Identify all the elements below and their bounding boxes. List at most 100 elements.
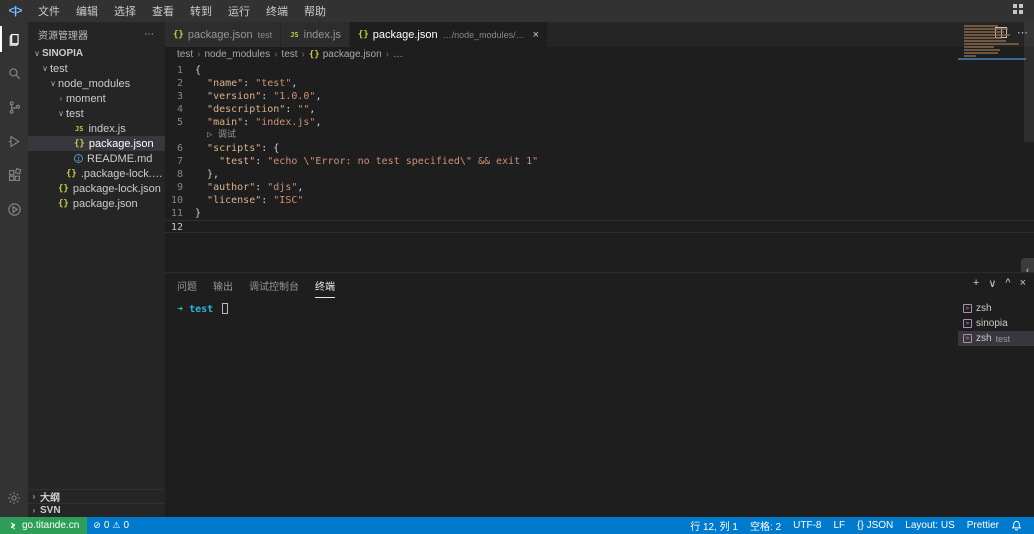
tree-item[interactable]: ›moment — [28, 91, 165, 106]
minimap-line — [964, 34, 1010, 36]
breadcrumb-item[interactable]: {}package.json — [309, 49, 382, 60]
code-line: 12 — [165, 220, 1034, 233]
tree-item-label: index.js — [88, 123, 125, 135]
code-token: }, — [195, 169, 219, 180]
code-token: : — [285, 104, 297, 115]
tree-item[interactable]: ∨test — [28, 106, 165, 121]
search-icon[interactable] — [0, 56, 28, 90]
remote-indicator[interactable]: go.titande.cn — [0, 517, 87, 534]
cursor-position-status[interactable]: 行 12, 列 1 — [684, 517, 744, 534]
run-debug-icon[interactable] — [0, 124, 28, 158]
tree-item-label: package-lock.json — [73, 183, 161, 195]
tree-item[interactable]: {}package.json — [28, 196, 165, 211]
breadcrumb-item[interactable]: node_modules — [204, 49, 270, 60]
sidebar-section-svn[interactable]: ›SVN — [28, 503, 165, 517]
code-editor[interactable]: 1{2 "name": "test",3 "version": "1.0.0",… — [165, 62, 1034, 272]
tree-item[interactable]: ∨test — [28, 61, 165, 76]
source-control-icon[interactable] — [0, 90, 28, 124]
errors-icon: ⊘ — [93, 520, 101, 531]
breadcrumb-item[interactable]: test — [281, 49, 297, 60]
code-token — [195, 91, 207, 102]
status-bar: go.titande.cn ⊘ 0 ⚠ 0 行 12, 列 1空格: 2UTF-… — [0, 517, 1034, 534]
code-token: "main" — [207, 117, 243, 128]
code-text: "main": "index.js", — [195, 116, 321, 129]
code-line: 3 "version": "1.0.0", — [165, 90, 1034, 103]
remote-host-label: go.titande.cn — [22, 520, 79, 531]
tree-chevron-icon: ∨ — [48, 79, 58, 88]
keyboard-layout-status[interactable]: Layout: US — [899, 517, 960, 534]
code-token: "description" — [207, 104, 285, 115]
menu-item[interactable]: 终端 — [258, 0, 296, 22]
code-line: 4 "description": "", — [165, 103, 1034, 116]
code-token: "djs" — [267, 182, 297, 193]
editor-scrollbar[interactable] — [1024, 22, 1034, 142]
breadcrumb-item[interactable]: test — [177, 49, 193, 60]
json-file-icon: {} — [58, 199, 69, 209]
json-file-icon: {} — [74, 139, 85, 149]
sidebar-bottom-sections: ›大纲›SVN — [28, 489, 165, 517]
code-line: 9 "author": "djs", — [165, 181, 1034, 194]
terminal-item-label: zsh — [976, 303, 992, 314]
errors-count: 0 — [104, 520, 110, 531]
breadcrumb-item[interactable]: … — [393, 49, 403, 60]
json-file-icon: {} — [58, 184, 69, 194]
eol-status[interactable]: LF — [827, 517, 851, 534]
menu-item[interactable]: 查看 — [144, 0, 182, 22]
warnings-icon: ⚠ — [112, 520, 120, 531]
tree-item[interactable]: ∨SINOPIA — [28, 46, 165, 61]
minimap-line — [964, 46, 994, 48]
code-token: "" — [297, 104, 309, 115]
sidebar-section-outline[interactable]: ›大纲 — [28, 489, 165, 503]
editor-tab-bar: {}package.jsontestJSindex.js{}package.js… — [165, 22, 1034, 47]
close-panel-icon[interactable]: × — [1020, 277, 1026, 290]
panel-tab[interactable]: 调试控制台 — [249, 274, 299, 297]
panel-tab[interactable]: 输出 — [213, 274, 233, 297]
new-terminal-icon[interactable]: + — [973, 277, 979, 290]
tree-item[interactable]: ∨node_modules — [28, 76, 165, 91]
editor-tab[interactable]: {}package.json…/node_modules/…× — [350, 22, 548, 47]
run-circle-icon[interactable] — [0, 192, 28, 226]
language-mode-status[interactable]: {} JSON — [851, 517, 899, 534]
extensions-icon[interactable] — [0, 158, 28, 192]
minimap-line — [964, 52, 998, 54]
settings-gear-icon[interactable] — [0, 481, 28, 515]
tree-item[interactable]: JSindex.js — [28, 121, 165, 136]
encoding-status[interactable]: UTF-8 — [787, 517, 827, 534]
terminal-list-item[interactable]: >zshtest — [958, 331, 1034, 346]
tree-item[interactable]: {}.package-lock.json — [28, 166, 165, 181]
problems-status[interactable]: ⊘ 0 ⚠ 0 — [87, 517, 135, 534]
code-text: "version": "1.0.0", — [195, 90, 321, 103]
menu-item[interactable]: 帮助 — [296, 0, 334, 22]
terminal[interactable]: ➜ test — [177, 303, 954, 517]
terminal-list-item[interactable]: > zsh — [958, 301, 1034, 316]
explorer-icon[interactable] — [0, 22, 28, 56]
tree-item[interactable]: {} package.json — [28, 136, 165, 151]
menu-item[interactable]: 选择 — [106, 0, 144, 22]
layout-expand-icon[interactable] — [1012, 3, 1024, 15]
editor-tab[interactable]: {}package.jsontest — [165, 22, 281, 47]
tab-close-icon[interactable]: × — [533, 29, 539, 41]
formatter-status[interactable]: Prettier — [961, 517, 1005, 534]
editor-tab[interactable]: JSindex.js — [281, 22, 350, 47]
terminal-list-item[interactable]: >sinopia — [958, 316, 1034, 331]
code-text: "license": "ISC" — [195, 194, 303, 207]
code-line: 8 }, — [165, 168, 1034, 181]
tree-item-label: package.json — [89, 138, 154, 150]
indentation-status[interactable]: 空格: 2 — [744, 517, 787, 534]
terminal-icon: > — [963, 304, 972, 313]
panel-tab[interactable]: 问题 — [177, 274, 197, 297]
codelens-debug-link[interactable]: ▷ 调试 — [195, 129, 236, 142]
menu-item[interactable]: 编辑 — [68, 0, 106, 22]
notifications-bell-icon[interactable] — [1005, 517, 1028, 534]
maximize-panel-icon[interactable]: ^ — [1005, 277, 1010, 290]
terminal-dropdown-icon[interactable]: ∨ — [988, 277, 996, 290]
menu-item[interactable]: 运行 — [220, 0, 258, 22]
tree-item[interactable]: {} package-lock.json — [28, 181, 165, 196]
menu-item[interactable]: 文件 — [30, 0, 68, 22]
minimap[interactable] — [964, 25, 1022, 59]
tree-item[interactable]: iREADME.md — [28, 151, 165, 166]
panel-tab[interactable]: 终端 — [315, 274, 335, 298]
menu-item[interactable]: 转到 — [182, 0, 220, 22]
explorer-more-actions[interactable]: ⋯ — [144, 29, 155, 40]
app-logo-icon: <|> — [0, 5, 30, 17]
